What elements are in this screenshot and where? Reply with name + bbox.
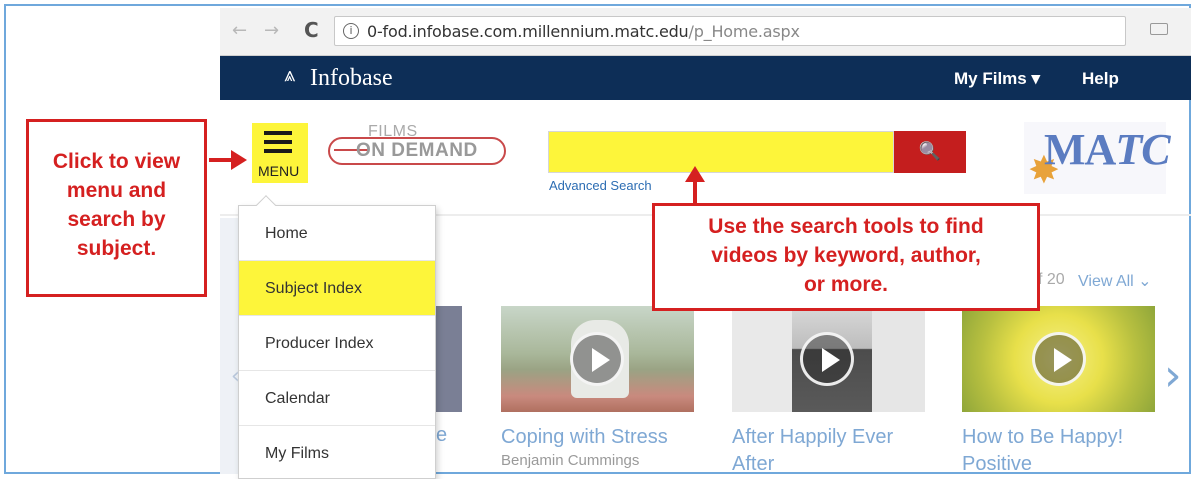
callout-line: subject. (76, 237, 157, 260)
info-icon[interactable]: i (343, 23, 359, 39)
infobase-logo-icon: ⩓ (284, 62, 296, 86)
hamburger-icon (264, 131, 292, 155)
callout-menu-instructions: Click to view menu and search by subject… (26, 119, 207, 297)
video-title[interactable]: After Happily Ever (732, 424, 893, 451)
site-header: ⩓ Infobase My Films ▾ Help (220, 56, 1191, 100)
menu-item-calendar[interactable]: Calendar (239, 371, 435, 426)
search-button[interactable]: 🔍 (894, 131, 966, 173)
menu-label: MENU (258, 163, 300, 179)
view-all-link[interactable]: View All ⌄ (1078, 271, 1152, 291)
callout-line: videos by keyword, author, (711, 244, 981, 267)
callout-search-instructions: Use the search tools to find videos by k… (652, 203, 1040, 311)
fod-logo-bottom-text: ON DEMAND (356, 140, 478, 161)
menu-button[interactable]: MENU (252, 123, 308, 183)
play-icon[interactable] (800, 332, 854, 386)
video-thumbnail-partial[interactable] (436, 306, 462, 412)
forward-arrow-icon[interactable]: → (264, 20, 279, 41)
callout-line: Click to view (52, 150, 181, 173)
video-author: Benjamin Cummings (501, 452, 640, 469)
video-title[interactable]: Coping with Stress (501, 424, 668, 451)
address-bar[interactable]: i 0-fod.infobase.com.millennium.matc.edu… (334, 16, 1126, 46)
help-link[interactable]: Help (1082, 69, 1119, 89)
url-host: 0-fod.infobase.com.millennium.matc.edu (367, 22, 689, 41)
url-text[interactable]: 0-fod.infobase.com.millennium.matc.edu/p… (367, 22, 800, 41)
carousel-next-icon[interactable]: › (1164, 350, 1182, 401)
thumbnail-wall (732, 306, 792, 412)
video-thumbnail[interactable] (962, 306, 1155, 412)
matc-logo-tc: TC (1115, 125, 1170, 174)
callout-arrowhead-right (231, 150, 247, 170)
video-title[interactable]: How to Be Happy! (962, 424, 1123, 451)
menu-dropdown: Home Subject Index Producer Index Calend… (238, 195, 436, 479)
films-on-demand-logo[interactable]: FILMS ON DEMAND (328, 123, 508, 169)
url-path: /p_Home.aspx (688, 22, 800, 41)
fod-logo-top-text: FILMS (368, 123, 418, 140)
my-films-menu[interactable]: My Films ▾ (954, 69, 1040, 89)
search-icon: 🔍 (918, 141, 942, 162)
menu-item-my-films[interactable]: My Films (239, 426, 435, 479)
video-title-line2[interactable]: Positive (962, 451, 1032, 478)
carousel-left-edge (220, 218, 240, 474)
callout-line: or more. (803, 273, 889, 296)
menu-item-subject-index[interactable]: Subject Index (239, 261, 435, 316)
callout-line: Use the search tools to find (708, 215, 984, 238)
back-arrow-icon[interactable]: ← (232, 20, 247, 41)
menu-item-home[interactable]: Home (239, 206, 435, 261)
callout-arrowhead-up (685, 166, 705, 182)
callout-line: search by (67, 208, 166, 231)
play-icon[interactable] (1032, 332, 1086, 386)
play-icon[interactable] (570, 332, 624, 386)
reload-icon[interactable]: C (304, 18, 319, 42)
callout-line: menu and (66, 179, 167, 202)
matc-logo-ma: MA (1044, 125, 1116, 174)
cast-icon[interactable] (1150, 23, 1168, 35)
infobase-logo-text[interactable]: Infobase (310, 65, 393, 92)
video-thumbnail[interactable] (732, 306, 925, 412)
browser-toolbar: ← → C i 0-fod.infobase.com.millennium.ma… (220, 8, 1191, 56)
callout-arrow-right (209, 158, 233, 162)
video-title-line2[interactable]: After (732, 451, 774, 478)
callout-arrow-up (693, 180, 697, 204)
advanced-search-link[interactable]: Advanced Search (549, 178, 652, 193)
video-title-partial[interactable]: e (436, 424, 447, 447)
thumbnail-wall (872, 306, 925, 412)
menu-item-producer-index[interactable]: Producer Index (239, 316, 435, 371)
search-input[interactable] (548, 131, 894, 173)
matc-logo-text: MATC (1044, 124, 1171, 175)
video-thumbnail[interactable] (501, 306, 694, 412)
matc-logo[interactable]: ✸ MATC (1024, 122, 1171, 194)
carousel-page-count: f 20 (1038, 271, 1065, 288)
